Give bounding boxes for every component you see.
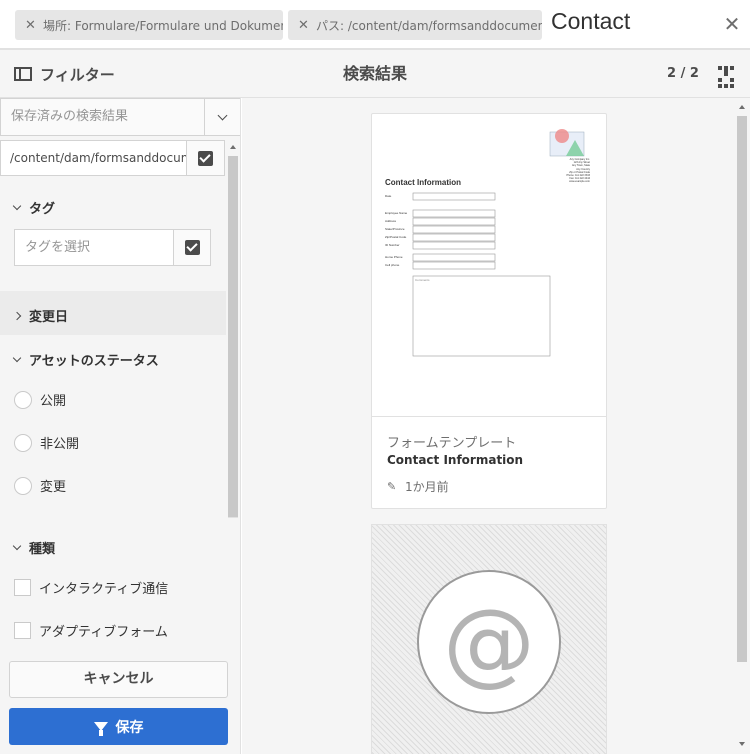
results-scrollbar[interactable] <box>736 102 748 754</box>
scroll-thumb[interactable] <box>737 116 747 662</box>
cancel-button[interactable]: キャンセル <box>9 661 228 698</box>
saved-search-placeholder: 保存済みの検索結果 <box>11 109 129 124</box>
result-count: 2 / 2 <box>667 66 699 81</box>
location-filter-chip[interactable]: ✕ 場所: Formulare/Formulare und Dokumente <box>15 10 283 40</box>
form-thumbnail: Contact Information Date Employee Name A… <box>372 114 606 417</box>
results-area: Contact Information Date Employee Name A… <box>242 98 750 754</box>
thumb-field: ID Number <box>385 243 400 247</box>
tag-input[interactable]: タグを選択 <box>15 230 173 265</box>
status-option-modified[interactable]: 変更 <box>14 476 66 495</box>
thumb-comments-label: Comments <box>415 278 430 282</box>
chevron-down-icon <box>12 201 22 211</box>
chip-label: 場所: Formulare/Formulare und Dokumente <box>43 18 283 33</box>
filter-panel: 保存済みの検索結果 /content/dam/formsanddocume タグ… <box>0 98 241 754</box>
search-query-input[interactable]: Contact <box>551 8 630 35</box>
checkbox[interactable] <box>14 622 31 639</box>
filter-scrollbar[interactable] <box>227 140 239 520</box>
path-browse-button[interactable] <box>186 141 224 175</box>
status-option-published[interactable]: 公開 <box>14 390 66 409</box>
type-section-title: 種類 <box>29 542 56 557</box>
check-icon <box>198 150 213 166</box>
thumb-field: Cell phone <box>385 263 400 267</box>
chevron-right-icon <box>12 311 22 320</box>
type-section-toggle[interactable]: 種類 <box>12 538 56 557</box>
chevron-down-icon <box>12 541 22 551</box>
radio-button[interactable] <box>14 433 32 452</box>
remove-chip-icon[interactable]: ✕ <box>25 18 36 33</box>
modified-section-toggle[interactable]: 変更日 <box>12 306 69 325</box>
chevron-down-icon <box>217 110 228 121</box>
remove-chip-icon[interactable]: ✕ <box>298 18 309 33</box>
modified-section-title: 変更日 <box>29 310 69 325</box>
saved-search-select[interactable]: 保存済みの検索結果 <box>0 98 240 136</box>
thumb-field: Address <box>385 219 397 223</box>
search-bar: ✕ 場所: Formulare/Formulare und Dokumente … <box>0 0 750 50</box>
modified-date-value: 1か月前 <box>405 480 449 494</box>
tags-section-title: タグ <box>29 202 56 217</box>
status-option-unpublished[interactable]: 非公開 <box>14 433 79 452</box>
modified-date: ✎ 1か月前 <box>387 478 449 495</box>
asset-type: フォームテンプレート <box>387 436 517 451</box>
scroll-up-icon[interactable] <box>230 145 236 149</box>
thumb-field: Zip/Postal Code <box>385 235 407 239</box>
filter-toggle[interactable]: フィルター <box>14 50 115 98</box>
thumb-field: Employee Name <box>385 211 408 215</box>
pencil-icon: ✎ <box>387 480 397 493</box>
result-card[interactable]: Contact Information Date Employee Name A… <box>371 113 607 509</box>
save-search-button[interactable]: 保存 <box>9 708 228 745</box>
chevron-down-icon <box>12 353 22 363</box>
path-field[interactable]: /content/dam/formsanddocume <box>0 140 225 176</box>
status-section-toggle[interactable]: アセットのステータス <box>12 350 159 369</box>
option-label: アダプティブフォーム <box>39 625 168 640</box>
saved-search-dropdown-button[interactable] <box>204 99 240 135</box>
tags-section-toggle[interactable]: タグ <box>12 198 56 217</box>
tag-browse-button[interactable] <box>173 230 210 265</box>
path-filter-chip[interactable]: ✕ パス: /content/dam/formsanddocuments <box>288 10 542 40</box>
scroll-thumb[interactable] <box>228 156 238 518</box>
checkbox[interactable] <box>14 579 31 596</box>
option-label: 変更 <box>40 480 67 495</box>
check-icon <box>184 240 200 255</box>
toolbar: 検索結果 フィルター 2 / 2 <box>0 50 750 98</box>
chip-label: パス: /content/dam/formsanddocuments <box>316 18 542 33</box>
tag-picker[interactable]: タグを選択 <box>14 229 211 266</box>
result-card[interactable]: @ <box>371 524 607 754</box>
filter-footer: キャンセル 保存 <box>0 652 240 754</box>
radio-button[interactable] <box>14 390 32 409</box>
asset-title[interactable]: Contact Information <box>387 453 523 467</box>
email-at-icon: @ <box>417 570 561 714</box>
radio-button[interactable] <box>14 476 32 495</box>
thumb-field: State/Province <box>385 227 405 231</box>
sidebar-icon <box>14 67 32 81</box>
option-label: インタラクティブ通信 <box>39 582 169 597</box>
status-section-title: アセットのステータス <box>29 354 159 369</box>
save-label: 保存 <box>115 719 144 736</box>
path-value[interactable]: /content/dam/formsanddocume <box>1 141 186 175</box>
option-label: 公開 <box>40 394 67 409</box>
type-option-adaptive-form[interactable]: アダプティブフォーム <box>14 621 168 640</box>
filter-label: フィルター <box>40 65 115 84</box>
funnel-icon <box>93 722 108 736</box>
thumb-field: Home Phone <box>385 255 403 259</box>
thumb-company-info: Any Company Inc. 123 Any Street Any Town… <box>566 158 590 184</box>
thumb-field: Date <box>385 194 392 198</box>
close-search-icon[interactable]: ✕ <box>722 12 742 36</box>
thumb-heading: Contact Information <box>385 178 461 187</box>
scroll-down-icon[interactable] <box>739 742 745 746</box>
type-option-interactive-communication[interactable]: インタラクティブ通信 <box>14 578 168 597</box>
view-switcher-icon[interactable] <box>718 66 734 88</box>
option-label: 非公開 <box>40 437 80 452</box>
scroll-up-icon[interactable] <box>739 105 745 109</box>
